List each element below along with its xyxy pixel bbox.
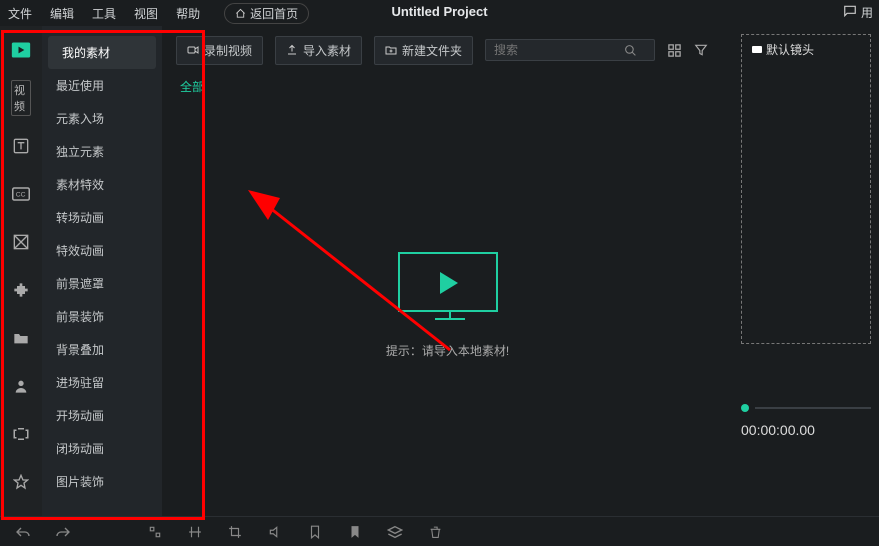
category-panel: 我的素材 最近使用 元素入场 独立元素 素材特效 转场动画 特效动画 前景遮罩 … [42,26,162,516]
record-label: 录制视频 [204,42,252,59]
rail-media-icon[interactable] [11,40,31,60]
mark-in-icon[interactable] [306,523,324,541]
record-icon [187,44,199,56]
cut-icon[interactable] [146,523,164,541]
timeline-track[interactable] [755,407,871,409]
rail-frame-icon[interactable] [11,424,31,444]
project-title: Untitled Project [391,4,487,19]
search-input[interactable] [494,43,624,57]
preview-camera-label: 默认镜头 [752,41,814,58]
delete-icon[interactable] [426,523,444,541]
menu-help[interactable]: 帮助 [176,5,200,22]
category-fg-mask[interactable]: 前景遮罩 [42,267,162,300]
category-opening[interactable]: 开场动画 [42,399,162,432]
new-folder-label: 新建文件夹 [402,42,462,59]
rail-user-icon[interactable] [11,376,31,396]
record-button[interactable]: 录制视频 [176,36,263,65]
menu-tools[interactable]: 工具 [92,5,116,22]
category-closing[interactable]: 闭场动画 [42,432,162,465]
menubar-right-label: 用 [861,4,873,21]
home-label: 返回首页 [250,5,298,22]
category-bg-overlay[interactable]: 背景叠加 [42,333,162,366]
bottom-bar [0,516,879,546]
empty-hint: 提示：请导入本地素材! [386,342,509,359]
layers-icon[interactable] [386,523,404,541]
category-my-assets[interactable]: 我的素材 [48,36,156,69]
menu-bar: 文件 编辑 工具 视图 帮助 返回首页 Untitled Project 用 [0,0,879,26]
filter-icon[interactable] [694,43,708,57]
category-material-fx[interactable]: 素材特效 [42,168,162,201]
preview-viewport[interactable]: 默认镜头 [741,34,871,344]
category-transition[interactable]: 转场动画 [42,201,162,234]
search-box[interactable] [485,39,655,61]
chat-icon[interactable] [843,4,857,18]
rail-video-tab[interactable]: 视频 [11,88,31,108]
preview-panel: 默认镜头 00:00:00.00 [733,26,879,516]
redo-icon[interactable] [54,523,72,541]
upload-icon [286,44,298,56]
import-label: 导入素材 [303,42,351,59]
folder-plus-icon [385,44,397,56]
monitor-icon [398,252,498,312]
category-recent[interactable]: 最近使用 [42,69,162,102]
volume-icon[interactable] [266,523,284,541]
timeline-scrubber[interactable] [741,404,871,412]
empty-state: 提示：请导入本地素材! [162,95,733,516]
category-image-decor[interactable]: 图片装饰 [42,465,162,498]
rail-plugin-icon[interactable] [11,280,31,300]
camera-label-text: 默认镜头 [766,41,814,58]
left-rail: 视频 CC [0,26,42,516]
rail-text-icon[interactable] [11,136,31,156]
tab-all[interactable]: 全部 [180,78,204,95]
home-button[interactable]: 返回首页 [224,3,309,24]
category-fg-decor[interactable]: 前景装饰 [42,300,162,333]
rail-effects-icon[interactable] [11,232,31,252]
split-icon[interactable] [186,523,204,541]
category-standalone[interactable]: 独立元素 [42,135,162,168]
menu-file[interactable]: 文件 [8,5,32,22]
main-area: 视频 CC 我的素材 最近使用 元素入场 独立元素 素材特效 转场动画 特效动画… [0,26,879,516]
timecode: 00:00:00.00 [741,422,871,438]
grid-view-icon[interactable] [667,43,682,58]
camera-icon [752,46,762,53]
home-icon [235,8,246,19]
content-toolbar: 录制视频 导入素材 新建文件夹 [162,26,733,74]
category-fx-anim[interactable]: 特效动画 [42,234,162,267]
category-element-entry[interactable]: 元素入场 [42,102,162,135]
rail-caption-icon[interactable]: CC [11,184,31,204]
menu-edit[interactable]: 编辑 [50,5,74,22]
rail-star-icon[interactable] [11,472,31,492]
rail-folder-icon[interactable] [11,328,31,348]
playhead-icon[interactable] [741,404,749,412]
svg-text:CC: CC [16,191,26,198]
import-button[interactable]: 导入素材 [275,36,362,65]
new-folder-button[interactable]: 新建文件夹 [374,36,473,65]
undo-icon[interactable] [14,523,32,541]
play-icon [440,272,458,294]
video-badge: 视频 [11,80,31,116]
mark-out-icon[interactable] [346,523,364,541]
category-enter-stay[interactable]: 进场驻留 [42,366,162,399]
menu-view[interactable]: 视图 [134,5,158,22]
content-area: 录制视频 导入素材 新建文件夹 全部 提示：请导入本地素材! [162,26,733,516]
crop-icon[interactable] [226,523,244,541]
search-icon[interactable] [624,44,637,57]
